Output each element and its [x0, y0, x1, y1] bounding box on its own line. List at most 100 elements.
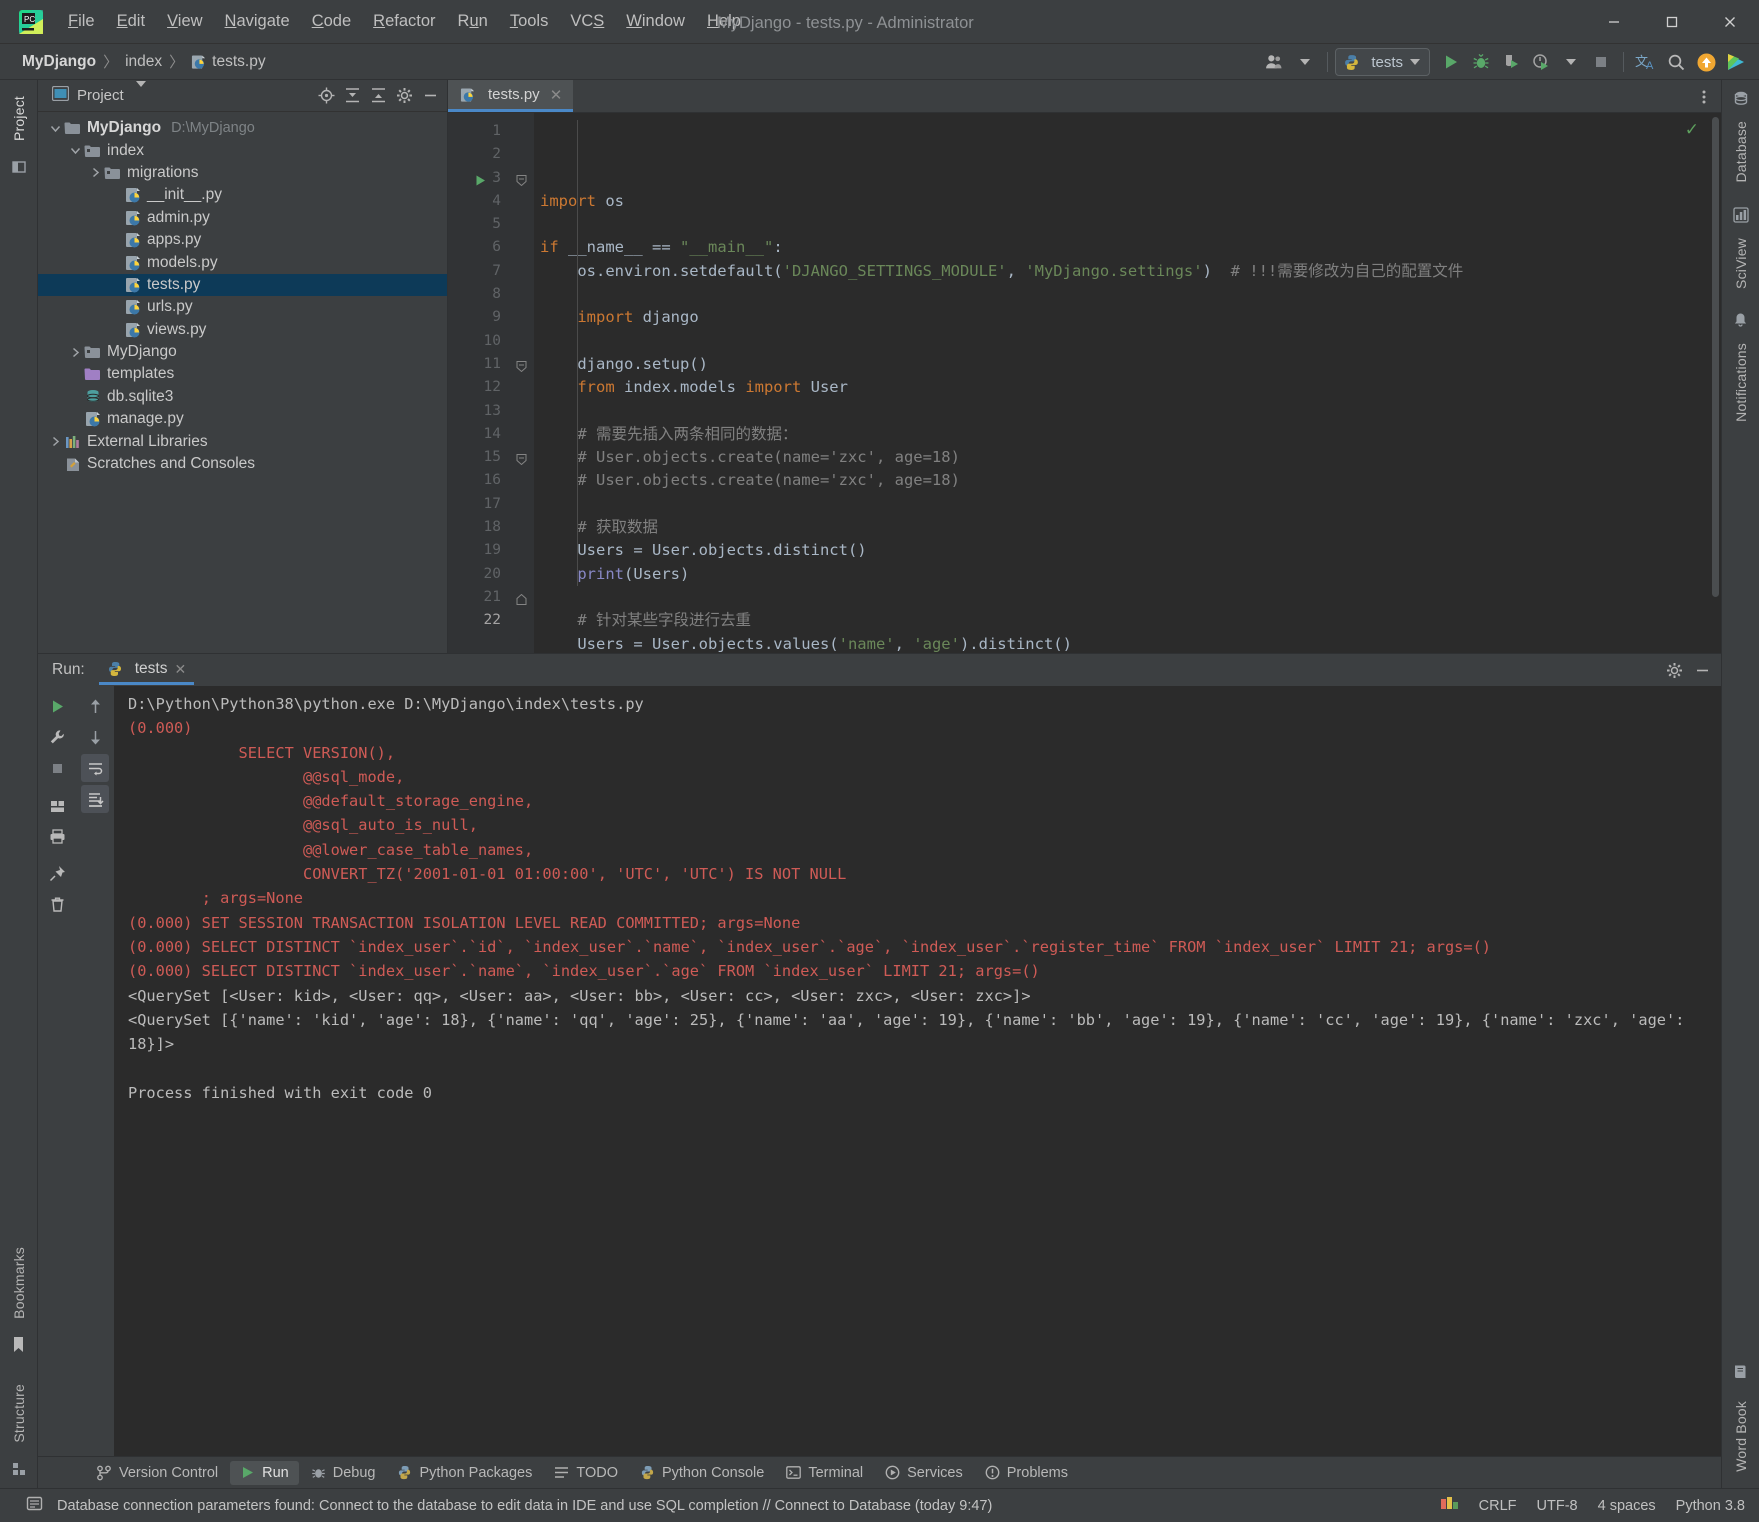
breadcrumb-index[interactable]: index [125, 53, 162, 71]
close-button[interactable] [1701, 0, 1759, 44]
rail-item-word-book[interactable]: Word Book [1733, 1391, 1749, 1482]
menu-run[interactable]: Run [448, 8, 498, 35]
settings-gear-icon[interactable] [1661, 657, 1687, 683]
code-line[interactable]: django.setup() [540, 353, 1709, 376]
editor-options-icon[interactable] [1691, 84, 1717, 110]
stop-icon[interactable] [43, 754, 71, 782]
chevron-right-icon[interactable] [68, 345, 82, 359]
menu-navigate[interactable]: Navigate [215, 8, 300, 35]
code-line[interactable]: Users = User.objects.distinct() [540, 539, 1709, 562]
status-message[interactable]: Database connection parameters found: Co… [57, 1498, 992, 1514]
tree-item-models-py[interactable]: models.py [38, 251, 447, 273]
rail-item-database[interactable]: Database [1733, 111, 1749, 193]
commit-icon[interactable] [11, 159, 27, 180]
inspection-status-icon[interactable]: ✓ [1685, 120, 1699, 140]
expand-all-icon[interactable] [339, 83, 365, 109]
run-gutter-icon[interactable] [474, 172, 487, 186]
code-line[interactable]: import django [540, 306, 1709, 329]
line-number[interactable]: 20 [448, 563, 510, 586]
close-run-tab-icon[interactable]: ✕ [174, 661, 186, 678]
fold-slot[interactable] [510, 353, 534, 376]
tree-item-migrations[interactable]: migrations [38, 162, 447, 184]
tree-item-mydjango[interactable]: MyDjango [38, 341, 447, 363]
line-number[interactable]: 22 [448, 609, 510, 632]
encoding-widget[interactable]: UTF-8 [1537, 1498, 1578, 1514]
toolwindow-problems[interactable]: Problems [975, 1461, 1078, 1485]
editor-gutter[interactable]: 1 2 3 4 5 6 7 8 9 10 11 12 13 14 15 16 17 18 19 20 21 22 [448, 113, 510, 653]
line-number[interactable]: 21 [448, 586, 510, 609]
search-everywhere-icon[interactable] [1661, 47, 1691, 77]
print-icon[interactable] [43, 791, 71, 819]
tree-item-urls-py[interactable]: urls.py [38, 296, 447, 318]
editor-tab-tests-py[interactable]: tests.py ✕ [448, 80, 574, 112]
wrench-icon[interactable] [43, 723, 71, 751]
close-tab-icon[interactable]: ✕ [550, 86, 563, 104]
line-number[interactable]: 17 [448, 493, 510, 516]
debug-button[interactable] [1466, 47, 1496, 77]
tree-item-index[interactable]: index [38, 139, 447, 161]
pin-icon[interactable] [43, 859, 71, 887]
fold-collapse-icon[interactable] [516, 359, 527, 373]
rail-item-notifications[interactable]: Notifications [1733, 333, 1749, 432]
editor-viewport[interactable]: 1 2 3 4 5 6 7 8 9 10 11 12 13 14 15 16 17 18 19 20 21 22 impo… [448, 113, 1721, 653]
menu-refactor[interactable]: Refactor [363, 8, 445, 35]
printer-icon[interactable] [43, 822, 71, 850]
run-configuration-selector[interactable]: tests [1335, 48, 1430, 76]
code-line[interactable] [540, 493, 1709, 516]
code-line[interactable]: # User.objects.create(name='zxc', age=18… [540, 446, 1709, 469]
code-line[interactable] [540, 400, 1709, 423]
editor-fold-column[interactable] [510, 113, 534, 653]
tree-item-admin-py[interactable]: admin.py [38, 207, 447, 229]
run-tab-tests[interactable]: tests ✕ [98, 655, 195, 685]
clear-all-icon[interactable] [43, 890, 71, 918]
menu-window[interactable]: Window [616, 8, 695, 35]
indent-widget[interactable]: 4 spaces [1598, 1498, 1656, 1514]
line-number[interactable]: 11 [448, 353, 510, 376]
code-line[interactable]: Users = User.objects.values('name', 'age… [540, 633, 1709, 653]
tree-item-scratches-and-consoles[interactable]: Scratches and Consoles [38, 453, 447, 475]
editor-code[interactable]: import os if __name__ == "__main__": os.… [534, 113, 1709, 653]
code-line[interactable] [540, 330, 1709, 353]
menu-tools[interactable]: Tools [500, 8, 559, 35]
tree-item-tests-py[interactable]: tests.py [38, 273, 447, 297]
line-number[interactable]: 2 [448, 143, 510, 166]
toolwindow-python-packages[interactable]: Python Packages [387, 1461, 542, 1485]
run-button[interactable] [1436, 47, 1466, 77]
code-line[interactable]: print(Users) [540, 563, 1709, 586]
word-book-icon[interactable] [1733, 1364, 1748, 1385]
project-tree[interactable]: MyDjango D:\MyDjango index migrations __init… [38, 112, 447, 653]
chevron-down-icon[interactable] [48, 121, 62, 135]
line-number[interactable]: 9 [448, 306, 510, 329]
breadcrumb-project[interactable]: MyDjango [22, 53, 96, 71]
event-log-icon[interactable] [26, 1495, 43, 1517]
run-console-output[interactable]: D:\Python\Python38\python.exe D:\MyDjang… [114, 686, 1721, 1456]
minimize-button[interactable] [1585, 0, 1643, 44]
ide-assistant-icon[interactable] [1721, 47, 1751, 77]
profile-dropdown-icon[interactable] [1556, 47, 1586, 77]
code-line[interactable] [540, 283, 1709, 306]
profile-button[interactable] [1526, 47, 1556, 77]
settings-gear-icon[interactable] [391, 83, 417, 109]
avatar-dropdown-icon[interactable] [1290, 47, 1320, 77]
editor-scrollbar[interactable] [1709, 113, 1721, 653]
fold-collapse-icon[interactable] [516, 452, 527, 466]
scroll-to-end-icon[interactable] [81, 785, 109, 813]
menu-code[interactable]: Code [302, 8, 361, 35]
line-number[interactable]: 8 [448, 283, 510, 306]
structure-icon[interactable] [11, 1461, 27, 1482]
fold-slot[interactable] [510, 446, 534, 469]
toolwindow-terminal[interactable]: Terminal [776, 1461, 873, 1485]
toolwindow-services[interactable]: Services [875, 1461, 973, 1485]
stop-button[interactable] [1586, 47, 1616, 77]
user-avatar-icon[interactable] [1260, 47, 1290, 77]
fold-collapse-icon[interactable] [516, 173, 527, 186]
line-number[interactable]: 5 [448, 213, 510, 236]
line-number[interactable]: 15 [448, 446, 510, 469]
toolwindow-run[interactable]: Run [230, 1460, 299, 1485]
line-number[interactable]: 14 [448, 423, 510, 446]
rail-item-structure[interactable]: Structure [11, 1374, 27, 1453]
tree-item-db-sqlite3[interactable]: db.sqlite3 [38, 386, 447, 408]
rail-item-project[interactable]: Project [11, 86, 27, 151]
project-view-dropdown-icon[interactable] [135, 80, 146, 105]
database-icon[interactable] [1733, 90, 1749, 111]
